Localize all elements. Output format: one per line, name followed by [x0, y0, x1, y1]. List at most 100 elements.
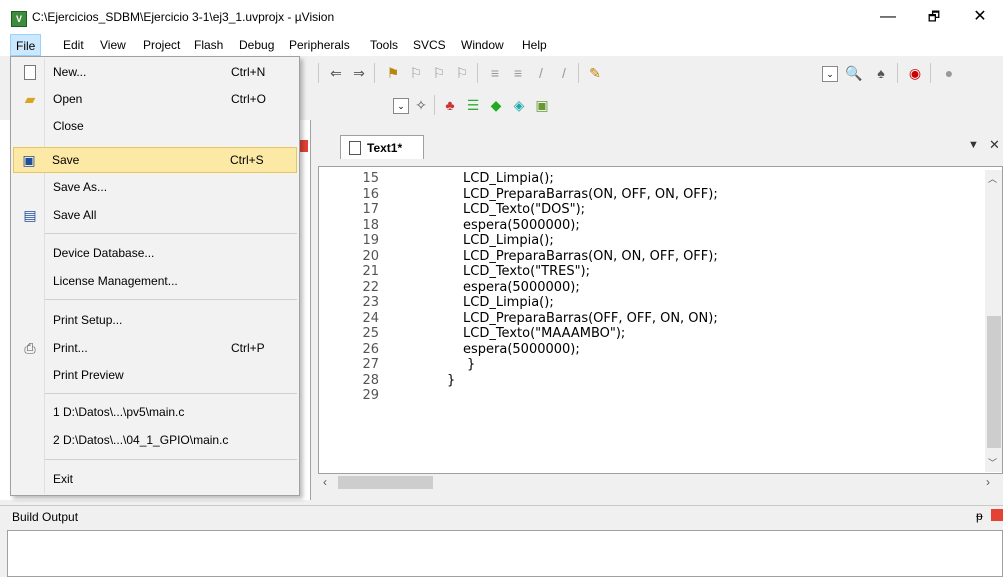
- file-dropdown-menu: New... Ctrl+N ▰ Open Ctrl+O Close ▣ Save…: [10, 56, 300, 496]
- toolbar-separator: [897, 63, 898, 83]
- menu-view[interactable]: View: [95, 34, 131, 56]
- title-bar: V C:\Ejercicios_SDBM\Ejercicio 3-1\ej3_1…: [0, 0, 1003, 34]
- menu-item-label: Exit: [53, 472, 74, 486]
- code-line: 20 LCD_PreparaBarras(ON, ON, OFF, OFF);: [321, 249, 981, 265]
- chevron-down-icon[interactable]: ⌄: [393, 98, 409, 114]
- line-number: 28: [362, 372, 379, 388]
- menu-separator: [45, 459, 297, 460]
- run-time-env-icon[interactable]: ◆: [487, 96, 505, 114]
- navigate-forward-icon[interactable]: ⇒: [350, 64, 368, 82]
- tab-list-dropdown-icon[interactable]: ▼: [968, 139, 979, 151]
- menu-item-device-database[interactable]: Device Database...: [13, 240, 297, 266]
- clear-bookmarks-icon[interactable]: ⚐: [453, 64, 471, 82]
- menu-item-shortcut: Ctrl+P: [231, 341, 265, 355]
- menu-item-close[interactable]: Close: [13, 113, 297, 139]
- scroll-down-icon[interactable]: ﹀: [988, 456, 997, 469]
- printer-icon: ⎙: [24, 340, 36, 356]
- code-text: LCD_PreparaBarras(ON, ON, OFF, OFF);: [463, 248, 718, 264]
- code-text: }: [467, 357, 476, 372]
- navigate-back-icon[interactable]: ⇐: [327, 64, 345, 82]
- menu-item-recent-file-2[interactable]: 2 D:\Datos\...\04_1_GPIO\main.c: [13, 427, 297, 453]
- close-tab-icon[interactable]: ✕: [989, 137, 1000, 153]
- code-text: LCD_Limpia();: [463, 171, 554, 186]
- menu-item-save-as[interactable]: Save As...: [13, 174, 297, 200]
- window-title: C:\Ejercicios_SDBM\Ejercicio 3-1\ej3_1.u…: [32, 10, 335, 24]
- menu-item-new[interactable]: New... Ctrl+N: [13, 59, 297, 85]
- toolbar-separator: [930, 63, 931, 83]
- toolbar-separator: [578, 63, 579, 83]
- menu-item-license-management[interactable]: License Management...: [13, 268, 297, 294]
- scroll-up-icon[interactable]: ︿: [988, 172, 997, 185]
- menu-tools[interactable]: Tools: [365, 34, 403, 56]
- menu-item-save[interactable]: ▣ Save Ctrl+S: [13, 147, 297, 173]
- menu-project[interactable]: Project: [138, 34, 185, 56]
- minimize-button[interactable]: —: [865, 0, 911, 34]
- code-line: 23 LCD_Limpia();: [321, 295, 981, 311]
- menu-file[interactable]: File: [10, 34, 42, 56]
- options-wand-icon[interactable]: ✧: [412, 96, 430, 114]
- code-text: LCD_Limpia();: [463, 295, 554, 310]
- code-line: 26 espera(5000000);: [321, 342, 981, 358]
- menu-item-label: Print...: [53, 341, 88, 355]
- prev-bookmark-icon[interactable]: ⚐: [407, 64, 425, 82]
- menu-item-label: Save All: [53, 208, 97, 222]
- menu-item-print-preview[interactable]: Print Preview: [13, 362, 297, 388]
- debug-start-icon[interactable]: ◉: [906, 64, 924, 82]
- toolbar-separator: [318, 63, 319, 83]
- menu-item-print[interactable]: ⎙ Print... Ctrl+P: [13, 335, 297, 361]
- line-number: 23: [362, 295, 379, 310]
- tab-text1[interactable]: Text1*: [340, 135, 424, 159]
- menu-item-label: Save: [52, 153, 80, 167]
- menu-item-save-all[interactable]: ▤ Save All: [13, 202, 297, 228]
- vertical-scroll-thumb[interactable]: [987, 316, 1001, 448]
- maximize-button[interactable]: 🗗: [911, 0, 957, 34]
- menu-item-exit[interactable]: Exit: [13, 466, 297, 492]
- code-text: LCD_Texto("DOS");: [463, 202, 586, 217]
- menu-item-recent-file-1[interactable]: 1 D:\Datos\...\pv5\main.c: [13, 399, 297, 425]
- menu-item-print-setup[interactable]: Print Setup...: [13, 307, 297, 333]
- pack-installer-icon[interactable]: ◈: [510, 96, 528, 114]
- code-editor[interactable]: 15 LCD_Limpia(); 16 LCD_PreparaBarras(ON, O…: [318, 166, 1003, 474]
- horizontal-scroll-thumb[interactable]: [338, 476, 433, 489]
- scroll-left-icon[interactable]: ‹: [323, 475, 327, 489]
- file-extensions-icon[interactable]: ☰: [464, 96, 482, 114]
- menu-item-label: Device Database...: [53, 246, 155, 260]
- code-line: 19 LCD_Limpia();: [321, 233, 981, 249]
- menu-edit[interactable]: Edit: [58, 34, 89, 56]
- next-bookmark-icon[interactable]: ⚐: [430, 64, 448, 82]
- close-icon[interactable]: [991, 509, 1003, 521]
- menu-item-label: Save As...: [53, 180, 108, 194]
- pin-icon[interactable]: ᵽ: [976, 509, 983, 523]
- build-output-title: Build Output: [12, 510, 79, 524]
- select-packs-icon[interactable]: ▣: [533, 96, 551, 114]
- menu-debug[interactable]: Debug: [234, 34, 279, 56]
- menu-flash[interactable]: Flash: [189, 34, 228, 56]
- manage-components-icon[interactable]: ♣: [441, 96, 459, 114]
- find-icon[interactable]: 🔍: [845, 64, 863, 82]
- line-number: 26: [362, 341, 379, 357]
- line-number: 15: [362, 171, 379, 186]
- breakpoint-icon[interactable]: ●: [940, 64, 958, 82]
- find-in-files-icon[interactable]: ✎: [586, 64, 604, 82]
- menu-item-label: Print Preview: [53, 368, 124, 382]
- build-output-area[interactable]: [7, 530, 1003, 577]
- uncomment-icon[interactable]: /: [555, 64, 573, 82]
- incremental-find-icon[interactable]: ♠: [872, 64, 890, 82]
- menu-window[interactable]: Window: [456, 34, 509, 56]
- comment-icon[interactable]: /: [532, 64, 550, 82]
- build-output-header: [0, 505, 1003, 530]
- scroll-right-icon[interactable]: ›: [986, 475, 990, 489]
- line-number: 17: [362, 202, 379, 217]
- menu-peripherals[interactable]: Peripherals: [284, 34, 355, 56]
- chevron-down-icon[interactable]: ⌄: [822, 66, 838, 82]
- toolbar-separator: [434, 95, 435, 115]
- close-window-button[interactable]: ✕: [957, 0, 1003, 34]
- unindent-icon[interactable]: ≡: [509, 64, 527, 82]
- line-number: 27: [362, 357, 379, 372]
- bookmark-icon[interactable]: ⚑: [384, 64, 402, 82]
- menu-item-open[interactable]: ▰ Open Ctrl+O: [13, 86, 297, 112]
- menu-help[interactable]: Help: [517, 34, 552, 56]
- indent-icon[interactable]: ≡: [486, 64, 504, 82]
- menu-svcs[interactable]: SVCS: [408, 34, 451, 56]
- code-text: espera(5000000);: [463, 341, 580, 357]
